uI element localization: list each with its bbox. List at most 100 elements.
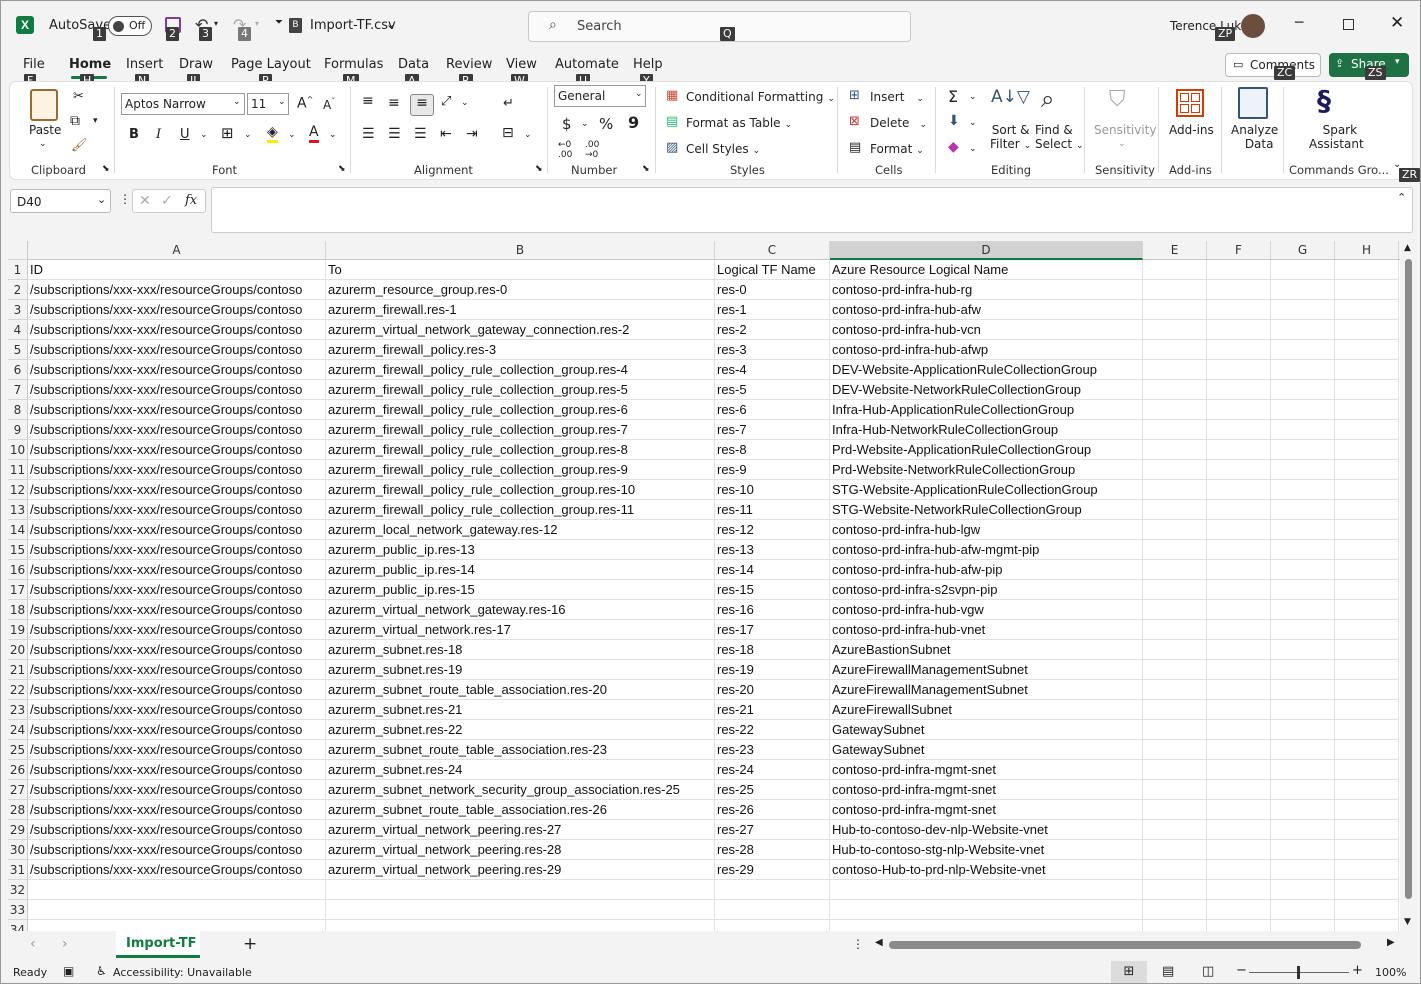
tab-formulas[interactable]: Formulas [324, 57, 383, 72]
number-format-select[interactable]: General ⌄ [554, 85, 646, 107]
sort-filter-button[interactable]: Sort & Filter ⌄ [990, 123, 1031, 151]
maximize-icon[interactable] [1343, 19, 1354, 30]
table-cell[interactable]: azurerm_virtual_network_peering.res-28 [326, 840, 715, 860]
table-cell[interactable]: azurerm_virtual_network_gateway.res-16 [326, 600, 715, 620]
row-header[interactable]: 30 [8, 840, 28, 860]
table-cell[interactable] [1335, 660, 1399, 680]
table-cell[interactable]: AzureFirewallSubnet [830, 700, 1143, 720]
table-cell[interactable] [1143, 420, 1207, 440]
row-header[interactable]: 28 [8, 800, 28, 820]
table-cell[interactable] [1271, 580, 1335, 600]
add-sheet-icon[interactable]: + [243, 934, 257, 954]
table-cell[interactable] [1335, 640, 1399, 660]
table-cell[interactable]: res-6 [715, 400, 830, 420]
table-cell[interactable]: AzureBastionSubnet [830, 640, 1143, 660]
minimize-icon[interactable]: ─ [1295, 15, 1303, 31]
table-cell[interactable]: /subscriptions/xxx-xxx/resourceGroups/co… [28, 300, 326, 320]
tab-insert[interactable]: Insert [126, 57, 163, 72]
table-cell[interactable] [1335, 460, 1399, 480]
row-header[interactable]: 34 [8, 920, 28, 931]
table-cell[interactable] [1271, 720, 1335, 740]
table-cell[interactable]: To [326, 260, 715, 280]
table-cell[interactable] [1335, 520, 1399, 540]
tab-view[interactable]: View [506, 57, 537, 72]
align-top-icon[interactable]: ≡ [362, 93, 374, 109]
table-cell[interactable]: res-15 [715, 580, 830, 600]
table-cell[interactable] [1271, 760, 1335, 780]
table-cell[interactable] [1207, 700, 1271, 720]
table-cell[interactable] [1207, 860, 1271, 880]
table-cell[interactable] [1207, 440, 1271, 460]
table-cell[interactable]: /subscriptions/xxx-xxx/resourceGroups/co… [28, 580, 326, 600]
table-cell[interactable] [1143, 640, 1207, 660]
row-header[interactable]: 29 [8, 820, 28, 840]
table-cell[interactable]: azurerm_firewall_policy_rule_collection_… [326, 460, 715, 480]
table-cell[interactable] [1207, 260, 1271, 280]
tab-help[interactable]: Help [633, 57, 663, 72]
table-cell[interactable] [1207, 920, 1271, 931]
table-cell[interactable] [1271, 260, 1335, 280]
table-cell[interactable]: /subscriptions/xxx-xxx/resourceGroups/co… [28, 740, 326, 760]
table-cell[interactable] [1143, 460, 1207, 480]
paste-icon[interactable] [30, 89, 58, 121]
table-cell[interactable] [1335, 820, 1399, 840]
zoom-in-icon[interactable]: + [1352, 963, 1363, 978]
table-cell[interactable] [326, 920, 715, 931]
table-cell[interactable]: azurerm_firewall_policy_rule_collection_… [326, 360, 715, 380]
table-cell[interactable]: azurerm_virtual_network_peering.res-27 [326, 820, 715, 840]
table-cell[interactable] [1143, 580, 1207, 600]
table-cell[interactable] [1271, 480, 1335, 500]
table-cell[interactable]: /subscriptions/xxx-xxx/resourceGroups/co… [28, 380, 326, 400]
table-cell[interactable] [1207, 460, 1271, 480]
table-cell[interactable]: res-9 [715, 460, 830, 480]
zoom-slider-thumb[interactable] [1297, 966, 1300, 979]
analyze-data-button[interactable]: Analyze Data [1231, 123, 1278, 151]
table-cell[interactable] [1207, 800, 1271, 820]
table-cell[interactable]: res-20 [715, 680, 830, 700]
row-header[interactable]: 17 [8, 580, 28, 600]
underline-button[interactable]: U [180, 127, 190, 142]
table-cell[interactable]: /subscriptions/xxx-xxx/resourceGroups/co… [28, 480, 326, 500]
table-cell[interactable]: azurerm_resource_group.res-0 [326, 280, 715, 300]
row-header[interactable]: 14 [8, 520, 28, 540]
autosum-dropdown-icon[interactable]: ⌄ [969, 92, 977, 102]
table-cell[interactable] [1335, 600, 1399, 620]
table-cell[interactable] [1207, 740, 1271, 760]
tab-draw[interactable]: Draw [179, 57, 213, 72]
table-cell[interactable] [1143, 720, 1207, 740]
table-cell[interactable] [1335, 580, 1399, 600]
table-cell[interactable]: azurerm_local_network_gateway.res-12 [326, 520, 715, 540]
autosave-toggle[interactable]: Off [108, 16, 152, 36]
spark-assistant-button[interactable]: Spark Assistant [1309, 123, 1364, 151]
table-cell[interactable] [830, 920, 1143, 931]
table-cell[interactable] [1335, 480, 1399, 500]
find-select-button[interactable]: Find & Select ⌄ [1035, 123, 1084, 151]
table-cell[interactable] [1271, 560, 1335, 580]
table-cell[interactable]: res-0 [715, 280, 830, 300]
table-cell[interactable] [326, 900, 715, 920]
cancel-entry-icon[interactable]: ✕ [139, 193, 151, 209]
table-cell[interactable] [715, 880, 830, 900]
table-cell[interactable] [1271, 400, 1335, 420]
table-cell[interactable] [1143, 300, 1207, 320]
table-cell[interactable] [1207, 820, 1271, 840]
table-cell[interactable] [1207, 880, 1271, 900]
table-cell[interactable] [1335, 740, 1399, 760]
tab-data[interactable]: Data [398, 57, 429, 72]
undo-dropdown-icon[interactable]: ▾ [214, 19, 218, 28]
row-header[interactable]: 11 [8, 460, 28, 480]
comments-button[interactable]: ▭ Comments [1225, 53, 1321, 77]
align-middle-icon[interactable]: ≡ [388, 95, 400, 111]
table-cell[interactable]: res-22 [715, 720, 830, 740]
table-cell[interactable]: azurerm_subnet.res-24 [326, 760, 715, 780]
table-cell[interactable] [1207, 640, 1271, 660]
more-sheets-icon[interactable]: ⋮ [852, 937, 864, 951]
delete-cells-button[interactable]: Delete ⌄ [870, 116, 927, 130]
row-header[interactable]: 12 [8, 480, 28, 500]
table-cell[interactable] [1207, 300, 1271, 320]
table-cell[interactable] [1335, 720, 1399, 740]
name-box[interactable]: D40 ⌄ [10, 189, 111, 213]
table-cell[interactable] [1335, 800, 1399, 820]
table-cell[interactable] [830, 880, 1143, 900]
cell-styles-button[interactable]: Cell Styles ⌄ [686, 142, 760, 156]
